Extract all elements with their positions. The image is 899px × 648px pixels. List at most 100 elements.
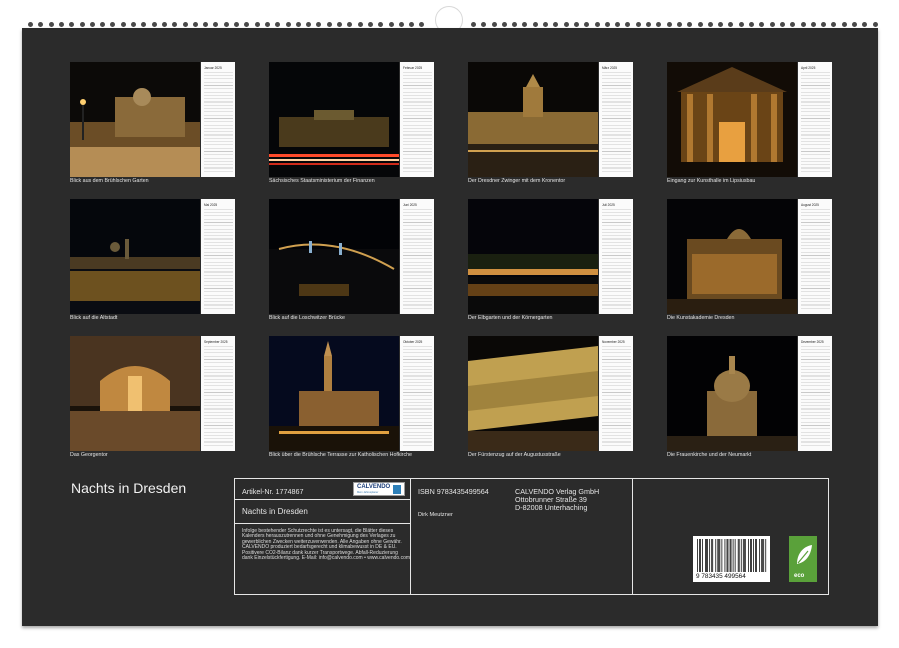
day-lines [204,72,233,173]
calvendo-logo: CALVENDO Mein Jahresplaner [353,482,405,496]
binding-hole [749,22,754,27]
month-calendar-strip: Oktober 2025 [400,336,434,451]
barcode-bar [748,539,749,572]
binding-hole [306,22,312,27]
month-photo [667,199,797,314]
binding-hole [357,22,363,27]
binding-hole [58,22,64,27]
barcode-bar [738,539,740,572]
binding-hole [388,22,394,27]
binding-hole [131,22,136,27]
barcode-bar [744,539,746,572]
binding-hole [234,22,239,27]
logo-subtext: Mein Jahresplaner [357,491,379,494]
barcode-bar [743,539,745,572]
month-tile: August 2025 Die Kunstakademie Dresden [667,199,833,333]
binding-hole [79,22,85,27]
binding-hole [161,22,167,27]
logo-mark-icon [393,485,401,494]
photo-caption: Das Georgentor [70,452,108,458]
eco-label: eco [794,573,805,579]
month-name: Juni 2025 [403,203,417,207]
article-number: Artikel-Nr. 1774867 [242,487,304,496]
barcode: 9 783435 499564 [693,536,770,582]
barcode-bar [700,539,701,572]
photo-caption: Der Fürstenzug auf der Augustusstraße [468,452,561,458]
product-info-box: Artikel-Nr. 1774867 CALVENDO Mein Jahres… [234,478,829,595]
day-lines [801,346,830,447]
month-tile: Dezember 2025 Die Frauenkirche und der Ne… [667,336,833,470]
binding-hole [337,22,342,27]
photo-caption: Blick aus dem Brühlschen Garten [70,178,149,184]
day-lines [602,346,631,447]
day-lines [204,209,233,310]
binding-hole [594,22,600,27]
binding-hole [512,22,518,27]
barcode-bar [756,539,757,572]
month-name: Juli 2025 [602,203,615,207]
photo-caption: Die Kunstakademie Dresden [667,315,735,321]
month-photo [468,62,598,177]
month-tile: Januar 2025 Blick aus dem Brühlschen Gart… [70,62,236,196]
barcode-bar [729,539,731,572]
barcode-digits: 9 783435 499564 [696,573,746,580]
barcode-bar [706,539,707,572]
binding-hole [697,22,703,27]
month-name: April 2025 [801,66,816,70]
barcode-bar [762,539,764,572]
binding-hole [604,22,610,27]
photo-caption: Blick auf die Loschwitzer Brücke [269,315,345,321]
barcode-bar [711,539,713,572]
photo-caption: Blick auf die Altstadt [70,315,118,321]
binding-hole [38,22,44,27]
month-calendar-strip: Juli 2025 [599,199,633,314]
month-name: August 2025 [801,203,819,207]
binding-hole [779,22,785,27]
barcode-bar [712,539,714,572]
binding-hole [316,22,322,27]
day-lines [801,209,830,310]
barcode-bar [759,539,761,572]
month-photo [70,199,200,314]
binding-hole [563,22,569,27]
month-tile: Februar 2025 Sächsisches Staatsministeriu… [269,62,435,196]
barcode-bar [718,539,720,572]
barcode-bar [740,539,742,572]
binding-hole [666,22,672,27]
photo-caption: Blick über die Brühlsche Terrasse zur Ka… [269,452,412,458]
month-tile: September 2025 Das Georgentor [70,336,236,470]
legal-notice: Infolge bestehender Schutzrechte ist es … [242,528,411,562]
info-divider [632,479,633,594]
month-tile: Juni 2025 Blick auf die Loschwitzer Brück… [269,199,435,333]
info-divider [235,499,410,500]
binding-hole [573,22,579,27]
month-name: Mai 2025 [204,203,218,207]
barcode-bar [730,539,732,572]
barcode-bar [750,539,751,572]
barcode-bar [751,539,752,572]
month-calendar-strip: September 2025 [201,336,235,451]
photo-caption: Der Dresdner Zwinger mit dem Kronentor [468,178,566,184]
month-calendar-strip: Mai 2025 [201,199,235,314]
barcode-bar [724,539,726,572]
barcode-bar [697,539,698,572]
binding-hole [275,22,281,27]
barcode-bar [742,539,744,572]
logo-text: CALVENDO [357,484,391,490]
month-calendar-strip: Dezember 2025 [798,336,832,451]
info-divider [410,479,411,594]
binding-hole [110,22,116,27]
binding-hole [852,22,857,27]
day-lines [403,209,432,310]
binding-hole [491,22,497,27]
month-photo [468,336,598,451]
month-photo [667,62,797,177]
binding-hole [676,22,682,27]
binding-hole [800,22,806,27]
photo-caption: Der Elbgarten und der Körnergarten [468,315,553,321]
binding-hole [553,22,559,27]
binding-hole [635,22,641,27]
month-photo [70,62,200,177]
month-name: Dezember 2025 [801,340,824,344]
month-photo [269,62,399,177]
